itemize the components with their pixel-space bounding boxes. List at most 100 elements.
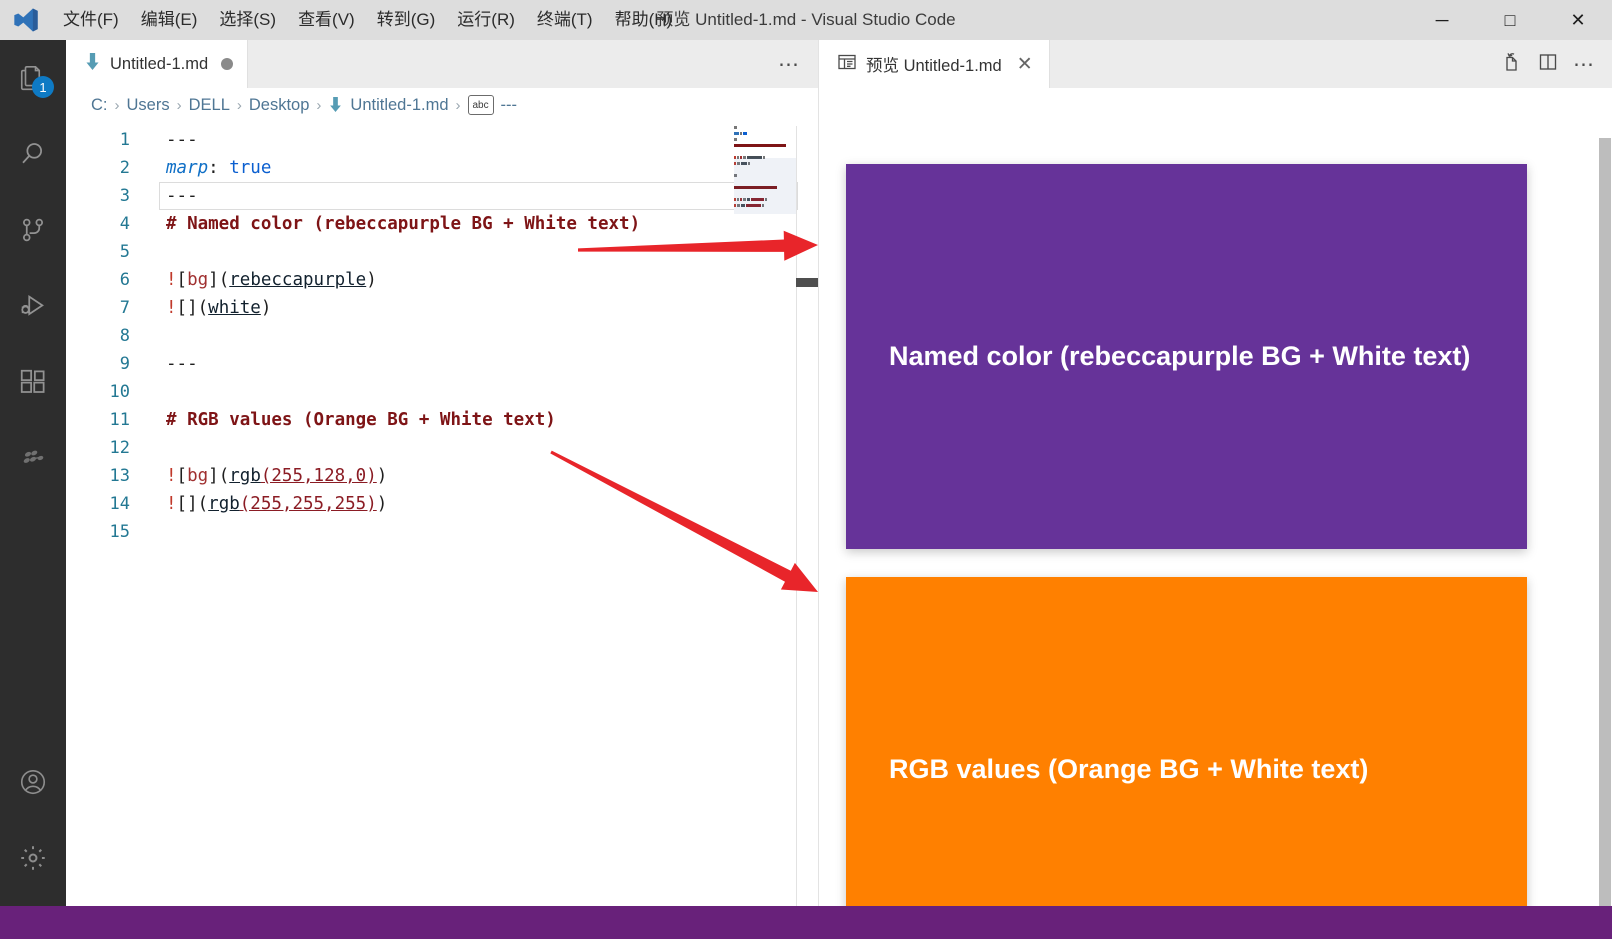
sidebar-item-extensions[interactable] xyxy=(0,344,66,420)
preview-vertical-scrollbar[interactable] xyxy=(1599,88,1612,928)
code-token: rgb xyxy=(229,466,261,486)
breadcrumb-item-users[interactable]: Users xyxy=(127,96,170,115)
sidebar-item-accounts[interactable] xyxy=(0,744,66,820)
preview-scrollbar-thumb[interactable] xyxy=(1599,138,1611,928)
tab-label: Untitled-1.md xyxy=(110,54,209,73)
code-line[interactable]: 6 ![bg](rebeccapurple) xyxy=(66,266,818,294)
close-icon[interactable]: ✕ xyxy=(1015,53,1035,76)
code-line[interactable]: 8 xyxy=(66,322,818,350)
code-text: ![](rgb(255,255,255)) xyxy=(166,490,387,518)
code-token: []( xyxy=(176,494,209,514)
code-text: --- xyxy=(166,126,198,154)
code-token: ! xyxy=(166,270,177,290)
breadcrumb-item-symbol[interactable]: --- xyxy=(501,96,517,115)
breadcrumb-item-file[interactable]: Untitled-1.md xyxy=(350,96,448,115)
code-token: true xyxy=(229,158,272,178)
menu-terminal[interactable]: 终端(T) xyxy=(526,0,604,40)
maximize-button[interactable]: □ xyxy=(1476,0,1544,40)
code-token: [ xyxy=(176,270,188,290)
string-symbol-icon: abc xyxy=(467,95,494,115)
window-controls[interactable]: ─ □ ✕ xyxy=(1408,0,1612,40)
code-text: marp: true xyxy=(166,154,271,182)
tab-label: 预览 Untitled-1.md xyxy=(866,57,1002,75)
activity-bar: 1 xyxy=(0,40,66,906)
editor-group-right: 预览 Untitled-1.md ✕ ⋯ Named color (rebecc… xyxy=(818,40,1612,928)
code-token: rgb xyxy=(208,494,240,514)
markdown-preview-body[interactable]: Named color (rebeccapurple BG + White te… xyxy=(819,88,1612,906)
menu-selection[interactable]: 选择(S) xyxy=(208,0,287,40)
line-number: 7 xyxy=(119,298,130,318)
minimap[interactable] xyxy=(734,126,796,906)
code-line[interactable]: 2 marp: true xyxy=(66,154,818,182)
menu-bar[interactable]: 文件(F) 编辑(E) 选择(S) 查看(V) 转到(G) 运行(R) 终端(T… xyxy=(52,0,683,40)
breadcrumb-separator: › xyxy=(316,96,322,114)
code-line[interactable]: 10 xyxy=(66,378,818,406)
line-number: 10 xyxy=(109,382,130,402)
sidebar-item-marp-extension[interactable] xyxy=(0,420,66,496)
sidebar-item-search[interactable] xyxy=(0,116,66,192)
code-token: (255,255,255) xyxy=(239,494,377,514)
code-line[interactable]: 5 xyxy=(66,238,818,266)
tab-bar-left: Untitled-1.md ⋯ xyxy=(66,40,818,88)
code-token: --- xyxy=(166,354,198,374)
sidebar-item-settings[interactable] xyxy=(0,820,66,896)
tab-untitled-1-md[interactable]: Untitled-1.md xyxy=(66,40,249,88)
code-line[interactable]: 11 # RGB values (Orange BG + White text) xyxy=(66,406,818,434)
close-button[interactable]: ✕ xyxy=(1544,0,1612,40)
menu-go[interactable]: 转到(G) xyxy=(366,0,447,40)
sidebar-item-explorer[interactable]: 1 xyxy=(0,40,66,116)
code-line[interactable]: 7 ![](white) xyxy=(66,294,818,322)
code-text: # RGB values (Orange BG + White text) xyxy=(166,406,556,434)
code-line[interactable]: 4 # Named color (rebeccapurple BG + White… xyxy=(66,210,818,238)
minimap-slider[interactable] xyxy=(734,158,796,214)
more-actions-button[interactable]: ⋯ xyxy=(1573,52,1595,77)
tab-bar-right-actions: ⋯ xyxy=(1501,40,1612,88)
breadcrumb-item-dell[interactable]: DELL xyxy=(189,96,230,115)
menu-run[interactable]: 运行(R) xyxy=(446,0,526,40)
code-token: white xyxy=(208,298,261,318)
minimap-line xyxy=(734,132,796,136)
tab-dirty-indicator[interactable] xyxy=(221,58,234,70)
refresh-preview-icon[interactable] xyxy=(1501,51,1523,78)
code-line[interactable]: 3 --- xyxy=(66,182,818,210)
line-number: 6 xyxy=(119,270,130,290)
code-line[interactable]: 13 ![bg](rgb(255,128,0)) xyxy=(66,462,818,490)
code-text: --- xyxy=(166,182,198,210)
minimap-line xyxy=(734,150,796,154)
code-line[interactable]: 12 xyxy=(66,434,818,462)
active-line-highlight xyxy=(159,182,798,210)
slide-orange: RGB values (Orange BG + White text) xyxy=(846,577,1527,906)
code-token: marp xyxy=(166,158,209,178)
code-line[interactable]: 14 ![](rgb(255,255,255)) xyxy=(66,490,818,518)
code-editor[interactable]: 1 --- 2 marp: true 3 --- 4 # Named color (rebec… xyxy=(66,126,818,906)
code-token: ) xyxy=(366,270,377,290)
editor-vertical-scrollbar[interactable] xyxy=(796,126,818,906)
line-number: 4 xyxy=(119,214,130,234)
code-token: # Named color (rebeccapurple BG + White … xyxy=(166,214,641,234)
menu-edit[interactable]: 编辑(E) xyxy=(130,0,209,40)
code-token: (255,128,0) xyxy=(260,466,377,486)
code-text: ![bg](rebeccapurple) xyxy=(166,266,377,294)
split-editor-icon[interactable] xyxy=(1537,51,1559,78)
breadcrumb-item-drive[interactable]: C: xyxy=(91,96,108,115)
status-bar[interactable] xyxy=(0,906,1612,939)
sidebar-item-run-and-debug[interactable] xyxy=(0,268,66,344)
code-text: ![](white) xyxy=(166,294,271,322)
more-actions-button[interactable]: ⋯ xyxy=(778,52,800,77)
sidebar-item-source-control[interactable] xyxy=(0,192,66,268)
code-token: ) xyxy=(260,298,272,318)
code-line[interactable]: 9 --- xyxy=(66,350,818,378)
code-token: ! xyxy=(166,298,177,318)
tab-preview-untitled-1-md[interactable]: 预览 Untitled-1.md ✕ xyxy=(819,40,1050,88)
code-line[interactable]: 1 --- xyxy=(66,126,818,154)
minimize-button[interactable]: ─ xyxy=(1408,0,1476,40)
menu-help[interactable]: 帮助(H) xyxy=(604,0,684,40)
line-number: 9 xyxy=(119,354,130,374)
menu-file[interactable]: 文件(F) xyxy=(52,0,130,40)
menu-view[interactable]: 查看(V) xyxy=(287,0,366,40)
code-line[interactable]: 15 xyxy=(66,518,818,546)
breadcrumb-item-desktop[interactable]: Desktop xyxy=(249,96,310,115)
code-token: --- xyxy=(166,186,198,206)
line-number: 1 xyxy=(119,130,130,150)
line-number: 8 xyxy=(119,326,130,346)
